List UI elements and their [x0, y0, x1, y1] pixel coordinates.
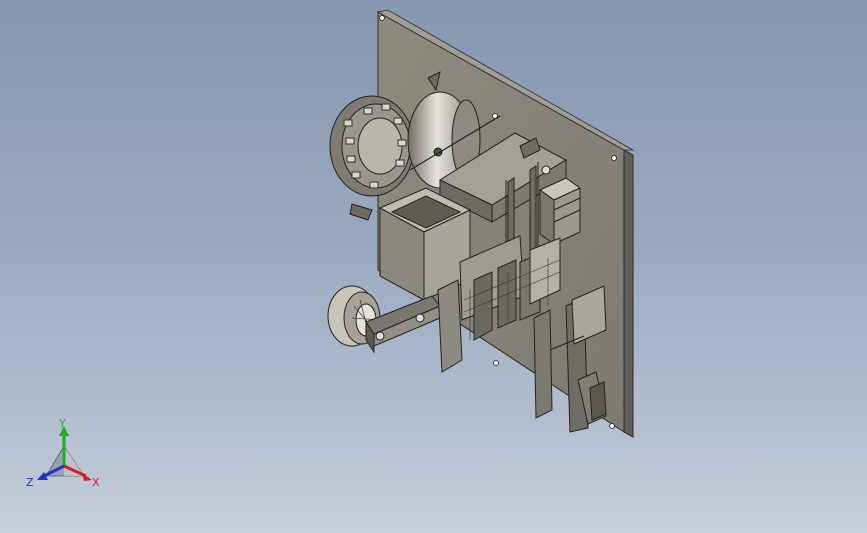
axis-triad: Y X Z [26, 418, 100, 489]
cad-assembly-model[interactable] [327, 9, 635, 438]
z-axis-label: Z [26, 476, 34, 489]
x-axis-arrow [82, 473, 92, 481]
y-axis-label: Y [58, 418, 66, 430]
x-axis-label: X [92, 476, 100, 489]
back-plate-edge [623, 149, 634, 438]
cad-viewport[interactable] [0, 0, 867, 533]
